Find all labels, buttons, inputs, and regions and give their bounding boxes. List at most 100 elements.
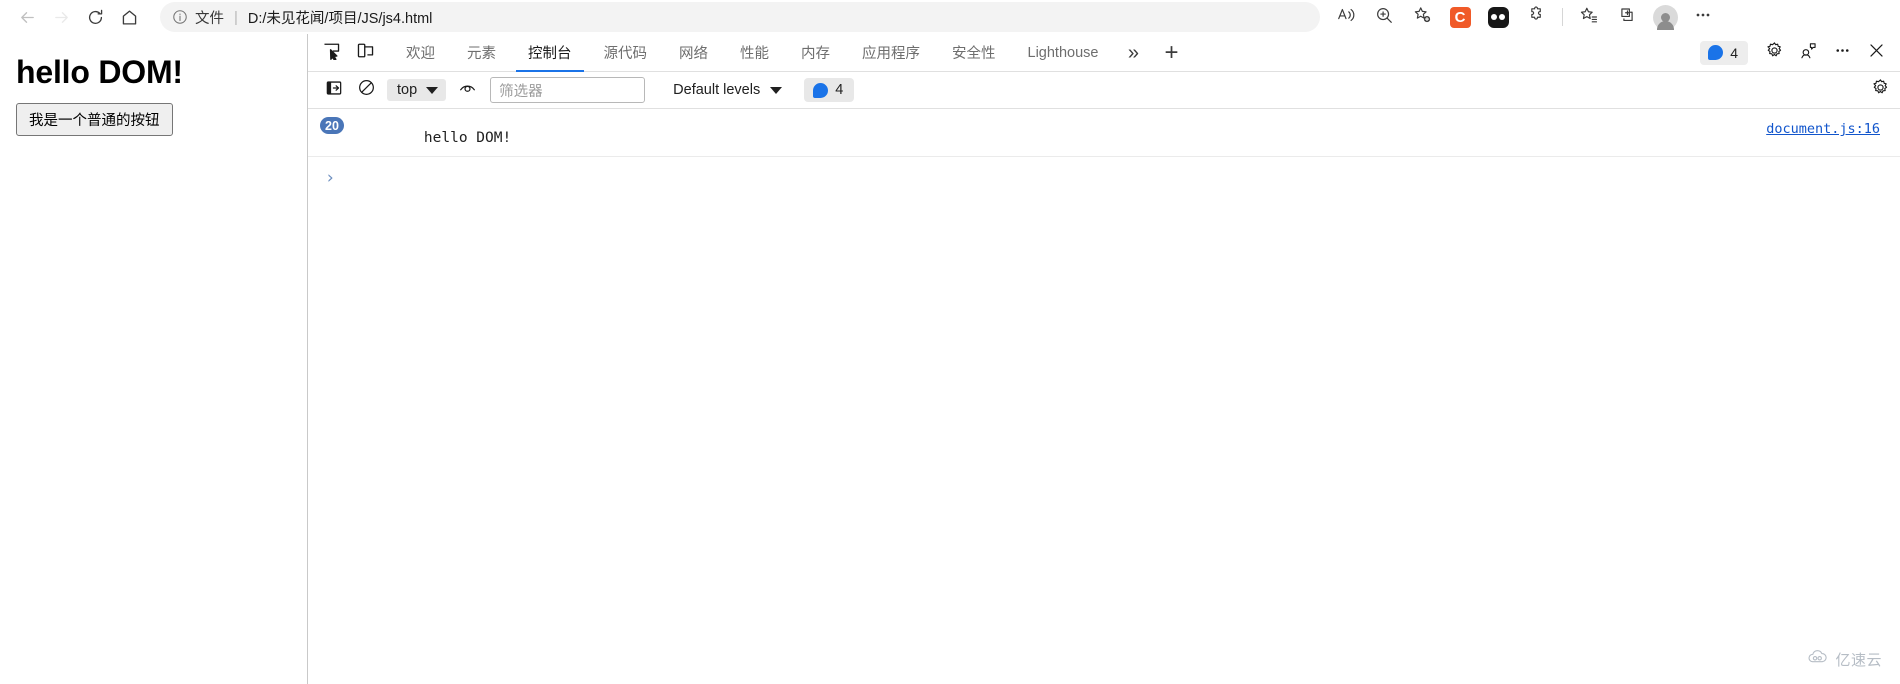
devtools-panel: 欢迎 元素 控制台 源代码 网络 性能 内存 应用程序 安全性 Lighthou…: [308, 34, 1900, 684]
cloud-icon: [1807, 649, 1829, 670]
add-favorite-button[interactable]: [1404, 2, 1440, 32]
device-toolbar-button[interactable]: [348, 34, 382, 71]
close-icon: [1867, 41, 1886, 65]
tab-label: 内存: [801, 46, 830, 62]
read-aloud-icon: [1336, 5, 1356, 30]
log-levels-select[interactable]: Default levels: [667, 82, 788, 98]
address-bar[interactable]: 文件 | D:/未见花闻/项目/JS/js4.html: [160, 2, 1320, 32]
tab-security[interactable]: 安全性: [936, 34, 1012, 71]
inspect-element-icon: [322, 41, 341, 65]
normal-button[interactable]: 我是一个普通的按钮: [16, 103, 173, 136]
tab-welcome[interactable]: 欢迎: [390, 34, 451, 71]
reload-icon: [86, 8, 105, 27]
watermark-text: 亿速云: [1835, 652, 1882, 669]
customize-devtools-button[interactable]: [1792, 38, 1824, 68]
forward-arrow-icon: [52, 8, 71, 27]
home-icon: [120, 8, 139, 27]
add-favorite-icon: [1412, 5, 1432, 30]
extension-dark-button[interactable]: [1480, 2, 1516, 32]
tab-label: 控制台: [528, 46, 572, 62]
web-page-viewport: hello DOM! 我是一个普通的按钮: [0, 34, 308, 684]
tab-label: 欢迎: [406, 46, 435, 62]
tab-performance[interactable]: 性能: [724, 34, 785, 71]
collections-icon: [1617, 5, 1637, 30]
favorites-button[interactable]: [1571, 2, 1607, 32]
devtools-tabbar-actions: 4: [1700, 34, 1900, 71]
extension-c-icon: C: [1449, 6, 1471, 28]
console-message-count: 4: [835, 82, 844, 98]
issues-bubble-icon: [1708, 45, 1724, 60]
collections-button[interactable]: [1609, 2, 1645, 32]
execution-context-select[interactable]: top: [387, 79, 447, 101]
tab-application[interactable]: 应用程序: [846, 34, 936, 71]
new-tab-button[interactable]: +: [1152, 34, 1190, 71]
more-options-icon: [1833, 41, 1852, 65]
devtools-more-button[interactable]: [1826, 38, 1858, 68]
chevron-down-icon: [770, 86, 783, 94]
tab-console[interactable]: 控制台: [512, 34, 588, 72]
extensions-button[interactable]: [1518, 2, 1554, 32]
live-expression-button[interactable]: [453, 77, 481, 103]
more-options-icon: [1693, 5, 1713, 30]
back-arrow-icon: [18, 8, 37, 27]
eye-icon: [458, 78, 477, 102]
log-levels-value: Default levels: [673, 82, 761, 98]
inspect-element-button[interactable]: [314, 34, 348, 71]
profile-button[interactable]: [1647, 2, 1683, 32]
console-settings-gear-icon: [1871, 78, 1890, 102]
tab-memory[interactable]: 内存: [785, 34, 846, 71]
devtools-tabbar: 欢迎 元素 控制台 源代码 网络 性能 内存 应用程序 安全性 Lighthou…: [308, 34, 1900, 72]
console-message-count-badge[interactable]: 4: [804, 78, 855, 102]
info-circle-icon[interactable]: [170, 7, 190, 27]
console-filter-placeholder: 筛选器: [499, 83, 543, 100]
tab-elements[interactable]: 元素: [451, 34, 512, 71]
console-settings-button[interactable]: [1866, 77, 1894, 103]
address-url-text[interactable]: D:/未见花闻/项目/JS/js4.html: [248, 7, 433, 28]
extension-dark-icon: [1487, 6, 1509, 28]
extension-c-button[interactable]: C: [1442, 2, 1478, 32]
browser-toolbar: 文件 | D:/未见花闻/项目/JS/js4.html C: [0, 0, 1900, 34]
zoom-button[interactable]: [1366, 2, 1402, 32]
close-devtools-button[interactable]: [1860, 38, 1892, 68]
devtools-settings-button[interactable]: [1758, 38, 1790, 68]
tab-sources[interactable]: 源代码: [588, 34, 664, 71]
toolbar-divider: [1562, 8, 1563, 26]
console-message-source-link[interactable]: document.js:16: [1766, 121, 1880, 137]
zoom-icon: [1374, 5, 1394, 30]
gear-icon: [1765, 41, 1784, 65]
tab-network[interactable]: 网络: [663, 34, 724, 71]
reload-button[interactable]: [78, 2, 112, 32]
console-message-row[interactable]: 20 hello DOM! document.js:16: [308, 109, 1900, 157]
clear-console-button[interactable]: [352, 77, 380, 103]
forward-button[interactable]: [44, 2, 78, 32]
console-toolbar: top 筛选器 Default levels 4: [308, 72, 1900, 109]
console-filter-input[interactable]: 筛选器: [490, 77, 646, 103]
devtools-tab-list: 欢迎 元素 控制台 源代码 网络 性能 内存 应用程序 安全性 Lighthou…: [390, 34, 1700, 72]
issues-count: 4: [1730, 44, 1738, 61]
watermark: 亿速云: [1807, 649, 1882, 670]
tab-label: 源代码: [603, 46, 648, 62]
issues-badge[interactable]: 4: [1700, 40, 1748, 65]
tab-label: 性能: [740, 46, 769, 62]
tab-lighthouse[interactable]: Lighthouse: [1012, 34, 1115, 71]
console-sidebar-icon: [325, 79, 343, 102]
plus-icon: +: [1164, 38, 1179, 66]
home-button[interactable]: [112, 2, 146, 32]
favorites-icon: [1579, 5, 1599, 30]
browser-toolbar-right: C: [1328, 2, 1721, 32]
prompt-caret-icon: ›: [325, 167, 336, 188]
execution-context-value: top: [397, 82, 418, 98]
message-bubble-icon: [813, 82, 829, 98]
more-tabs-button[interactable]: »: [1114, 34, 1152, 71]
tab-label: 元素: [467, 46, 496, 62]
read-aloud-button[interactable]: [1328, 2, 1364, 32]
page-title: hello DOM!: [16, 54, 183, 90]
console-sidebar-toggle[interactable]: [320, 77, 348, 103]
settings-more-button[interactable]: [1685, 2, 1721, 32]
tab-label: 应用程序: [862, 46, 920, 62]
back-button[interactable]: [10, 2, 44, 32]
console-prompt-row[interactable]: ›: [308, 157, 1900, 199]
customize-icon: [1799, 41, 1818, 65]
console-message-text: hello DOM!: [423, 130, 512, 146]
console-output[interactable]: 20 hello DOM! document.js:16 › 亿速云: [308, 109, 1900, 684]
